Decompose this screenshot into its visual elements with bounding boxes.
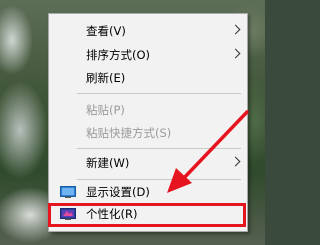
annotation-arrow-icon xyxy=(167,110,249,193)
